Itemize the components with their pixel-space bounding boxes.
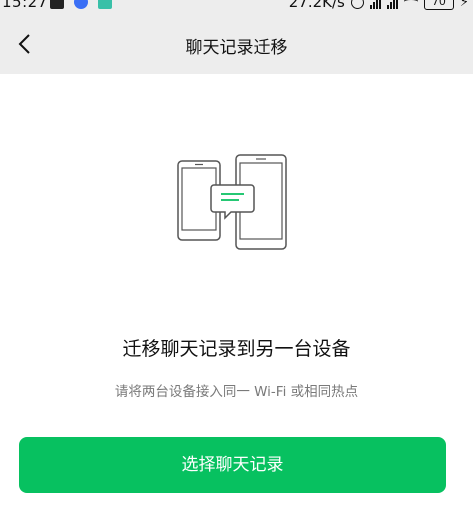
alarm-icon <box>350 0 364 9</box>
navigation-bar: 聊天记录迁移 <box>0 14 473 74</box>
transfer-instruction: 请将两台设备接入同一 Wi-Fi 或相同热点 <box>114 384 359 400</box>
status-time: 15:27 <box>2 0 48 11</box>
signal-icon-2 <box>386 0 398 9</box>
status-notification-icons <box>50 0 112 9</box>
signal-icon <box>369 0 381 9</box>
battery-indicator: 70 <box>423 0 454 10</box>
charging-icon: ⚡ <box>459 0 469 10</box>
app-notification-icon-2 <box>98 0 112 9</box>
app-notification-icon <box>74 0 88 9</box>
transfer-heading: 迁移聊天记录到另一台设备 <box>122 338 351 360</box>
status-bar: 15:27 27.2K/s 70 ⚡ <box>0 0 473 14</box>
page-title: 聊天记录迁移 <box>185 38 288 58</box>
wifi-icon <box>404 0 418 7</box>
phone-to-tablet-chat-transfer-icon <box>175 152 295 256</box>
select-chat-history-button[interactable]: 选择聊天记录 <box>19 437 446 493</box>
gallery-icon <box>50 0 64 9</box>
status-right-group: 27.2K/s 70 ⚡ <box>289 0 469 11</box>
network-speed: 27.2K/s <box>288 0 345 11</box>
